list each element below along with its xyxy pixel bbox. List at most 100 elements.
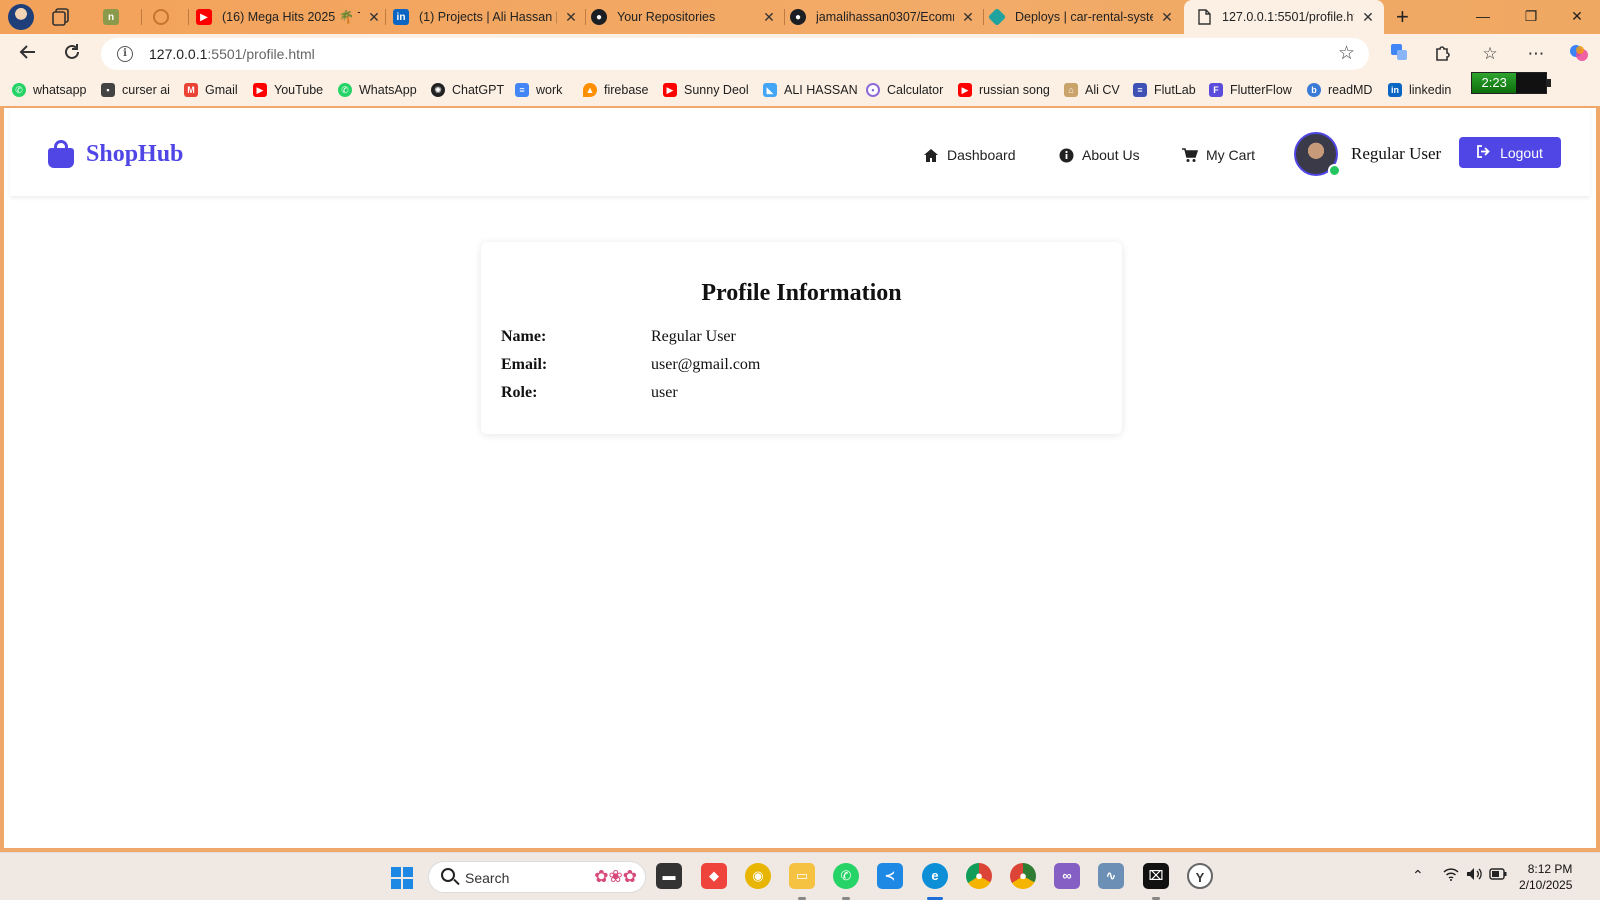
copilot-icon[interactable] bbox=[1567, 42, 1591, 66]
home-icon bbox=[923, 147, 939, 163]
battery-icon[interactable] bbox=[1489, 867, 1507, 883]
terminal-icon[interactable]: ▬ bbox=[656, 863, 682, 889]
profile-row-name: Name: Regular User bbox=[501, 328, 1101, 348]
bookmark-whatsapp-2[interactable]: ✆ WhatsApp bbox=[338, 81, 417, 99]
tab-close-icon[interactable]: ✕ bbox=[1360, 9, 1376, 26]
restore-button[interactable]: ❐ bbox=[1508, 0, 1554, 34]
resource-monitor-icon[interactable]: ∿ bbox=[1098, 863, 1124, 889]
bookmark-ali-cv[interactable]: ⌂ Ali CV bbox=[1064, 81, 1120, 99]
search-icon bbox=[441, 868, 455, 882]
linkedin-icon: in bbox=[1388, 83, 1402, 97]
bookmark-label: FlutterFlow bbox=[1230, 83, 1292, 97]
bookmark-firebase[interactable]: ▲ firebase bbox=[583, 81, 648, 99]
bookmark-ali-hassan[interactable]: ◣ ALI HASSAN bbox=[763, 81, 858, 99]
tab-2[interactable]: ▶ (16) Mega Hits 2025 🌴 T ✕ bbox=[196, 0, 382, 34]
page-viewport: ShopHub Dashboard About Us My Cart Regul… bbox=[4, 108, 1596, 848]
bookmark-flutlab[interactable]: ≡ FlutLab bbox=[1133, 81, 1196, 99]
clock-app-icon[interactable]: Y bbox=[1187, 863, 1213, 889]
tab-3[interactable]: in (1) Projects | Ali Hassan | L ✕ bbox=[393, 0, 579, 34]
tab-close-icon[interactable]: ✕ bbox=[960, 9, 976, 26]
tab-6[interactable]: Deploys | car-rental-syster ✕ bbox=[989, 0, 1175, 34]
url-text[interactable]: 127.0.0.1:5501/profile.html bbox=[149, 46, 315, 62]
flutlab-icon: ≡ bbox=[1133, 83, 1147, 97]
battery-label: 2:23 bbox=[1481, 75, 1507, 90]
postman-icon[interactable]: ◉ bbox=[745, 863, 771, 889]
bookmark-gmail[interactable]: M Gmail bbox=[184, 81, 238, 99]
translate-icon[interactable] bbox=[1387, 42, 1411, 66]
url-host: 127.0.0.1 bbox=[149, 46, 208, 62]
bookmark-label: Gmail bbox=[205, 83, 238, 97]
bookmark-youtube[interactable]: ▶ YouTube bbox=[253, 81, 323, 99]
bookmark-label: Sunny Deol bbox=[684, 83, 749, 97]
bookmark-whatsapp[interactable]: ✆ whatsapp bbox=[12, 81, 87, 99]
tab-close-icon[interactable]: ✕ bbox=[761, 9, 777, 26]
anydesk-icon[interactable]: ◆ bbox=[701, 863, 727, 889]
brand-logo[interactable]: ShopHub bbox=[48, 140, 183, 168]
site-info-icon[interactable]: i bbox=[117, 46, 133, 62]
address-bar[interactable]: i 127.0.0.1:5501/profile.html ☆ bbox=[101, 38, 1369, 70]
bookmark-label: curser ai bbox=[122, 83, 170, 97]
visual-studio-icon[interactable]: ∞ bbox=[1054, 863, 1080, 889]
bookmark-curser-ai[interactable]: ▪ curser ai bbox=[101, 81, 170, 99]
taskbar-search[interactable]: Search ✿❀✿ bbox=[428, 861, 646, 893]
extensions-icon[interactable] bbox=[1431, 42, 1455, 66]
bookmark-russian-song[interactable]: ▶ russian song bbox=[958, 81, 1050, 99]
tab-active[interactable]: 127.0.0.1:5501/profile.htm ✕ bbox=[1184, 0, 1384, 34]
tab-0[interactable]: n bbox=[103, 0, 133, 34]
flowers-icon: ✿❀✿ bbox=[594, 867, 637, 886]
edge-icon[interactable]: e bbox=[922, 863, 948, 889]
show-hidden-icons-chevron-up-icon[interactable]: ⌃ bbox=[1412, 867, 1424, 884]
bookmark-star-icon[interactable]: ☆ bbox=[1338, 42, 1355, 65]
bookmark-readmd[interactable]: b readMD bbox=[1307, 81, 1372, 99]
nav-my-cart[interactable]: My Cart bbox=[1182, 147, 1255, 163]
capcut-icon[interactable]: ⌧ bbox=[1143, 863, 1169, 889]
nav-dashboard-label: Dashboard bbox=[947, 147, 1016, 163]
profile-value: user@gmail.com bbox=[651, 356, 761, 373]
volume-icon[interactable] bbox=[1466, 867, 1482, 884]
whatsapp-icon[interactable]: ✆ bbox=[833, 863, 859, 889]
browser-toolbar: i 127.0.0.1:5501/profile.html ☆ ☆ ⋯ bbox=[0, 34, 1600, 74]
tab-close-icon[interactable]: ✕ bbox=[563, 9, 579, 26]
vscode-icon[interactable]: ≺ bbox=[877, 863, 903, 889]
back-button[interactable] bbox=[16, 42, 40, 66]
info-icon bbox=[1058, 147, 1074, 163]
youtube-icon: ▶ bbox=[663, 83, 677, 97]
bookmark-flutterflow[interactable]: F FlutterFlow bbox=[1209, 81, 1292, 99]
more-menu-icon[interactable]: ⋯ bbox=[1524, 42, 1548, 66]
taskbar-clock[interactable]: 8:12 PM 2/10/2025 bbox=[1519, 861, 1572, 893]
minimize-button[interactable]: — bbox=[1460, 0, 1506, 34]
page-icon bbox=[1196, 9, 1212, 25]
bookmark-calculator[interactable]: • Calculator bbox=[866, 81, 943, 99]
wifi-icon[interactable] bbox=[1443, 867, 1459, 884]
tab-1-favicon-icon bbox=[153, 9, 169, 25]
bookmark-label: WhatsApp bbox=[359, 83, 417, 97]
new-tab-button[interactable]: + bbox=[1396, 4, 1409, 30]
bookmark-sunny-deol[interactable]: ▶ Sunny Deol bbox=[663, 81, 749, 99]
reload-button[interactable] bbox=[60, 42, 84, 66]
nav-about-us[interactable]: About Us bbox=[1058, 147, 1140, 163]
tab-4[interactable]: ● Your Repositories ✕ bbox=[591, 0, 777, 34]
tab-close-icon[interactable]: ✕ bbox=[366, 9, 382, 26]
profile-value: user bbox=[651, 384, 678, 401]
favorites-icon[interactable]: ☆ bbox=[1478, 42, 1502, 66]
bookmark-linkedin[interactable]: in linkedin bbox=[1388, 81, 1451, 99]
tab-1[interactable] bbox=[153, 0, 183, 34]
windows-start-icon[interactable] bbox=[391, 867, 413, 889]
tab-close-icon[interactable]: ✕ bbox=[1159, 9, 1175, 26]
user-name: Regular User bbox=[1351, 144, 1442, 163]
chrome-dev-icon[interactable]: ● bbox=[1010, 863, 1036, 889]
browser-profile-avatar[interactable] bbox=[8, 4, 34, 30]
chrome-icon[interactable]: ● bbox=[966, 863, 992, 889]
file-explorer-icon[interactable]: ▭ bbox=[789, 863, 815, 889]
clock-time: 8:12 PM bbox=[1527, 862, 1573, 876]
close-window-button[interactable]: ✕ bbox=[1554, 0, 1600, 34]
whatsapp-icon: ✆ bbox=[12, 83, 26, 97]
nav-dashboard[interactable]: Dashboard bbox=[923, 147, 1016, 163]
bookmark-chatgpt[interactable]: ✺ ChatGPT bbox=[431, 81, 504, 99]
profile-label: Name: bbox=[501, 328, 547, 345]
tab-actions-icon[interactable] bbox=[50, 7, 72, 27]
bookmark-work[interactable]: ≡ work bbox=[515, 81, 562, 99]
nav-my-cart-label: My Cart bbox=[1206, 147, 1255, 163]
logout-button[interactable]: Logout bbox=[1459, 137, 1561, 168]
tab-5[interactable]: ● jamalihassan0307/Ecomm ✕ bbox=[790, 0, 976, 34]
